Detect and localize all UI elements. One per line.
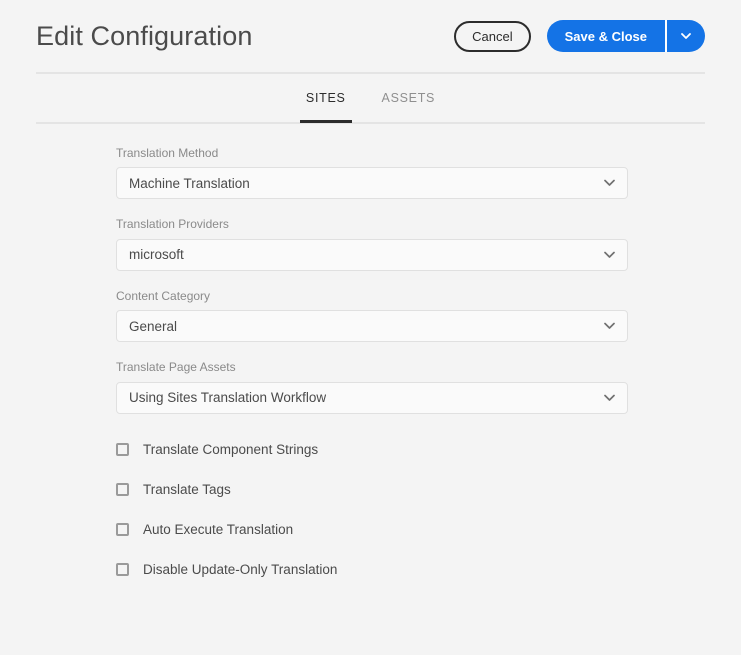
save-options-dropdown-button[interactable] [665, 20, 705, 52]
checkbox-label: Disable Update-Only Translation [143, 561, 338, 577]
page-header: Edit Configuration Cancel Save & Close [0, 0, 741, 72]
field-label: Translate Page Assets [116, 360, 236, 375]
field-label: Translation Providers [116, 217, 229, 232]
translation-method-select[interactable]: Machine Translation [116, 167, 628, 200]
header-actions: Cancel Save & Close [454, 20, 705, 52]
select-value: Using Sites Translation Workflow [129, 390, 327, 406]
select-value: General [129, 318, 178, 334]
checkbox-label: Auto Execute Translation [143, 521, 294, 537]
chevron-down-icon [681, 33, 691, 39]
select-value: microsoft [129, 247, 184, 263]
checkbox-auto-execute-translation[interactable]: Auto Execute Translation [116, 520, 705, 540]
edit-configuration-page: Edit Configuration Cancel Save & Close S… [0, 0, 741, 655]
tab-assets[interactable]: ASSETS [368, 74, 450, 122]
field-label: Content Category [116, 288, 211, 303]
save-button-group: Save & Close [546, 20, 705, 52]
checkbox-box[interactable] [116, 523, 129, 537]
field-translation-method: Translation Method Machine Translation [116, 146, 628, 200]
tab-bar: SITES ASSETS [0, 74, 741, 123]
configuration-form: Translation Method Machine Translation T… [0, 124, 741, 580]
checkbox-box[interactable] [116, 443, 129, 457]
cancel-button[interactable]: Cancel [454, 20, 531, 52]
checkbox-translate-tags[interactable]: Translate Tags [116, 480, 705, 500]
checkbox-box[interactable] [116, 483, 129, 497]
page-title: Edit Configuration [36, 20, 253, 51]
checkbox-label: Translate Component Strings [143, 441, 319, 457]
field-content-category: Content Category General [116, 288, 628, 343]
translate-page-assets-select[interactable]: Using Sites Translation Workflow [116, 381, 628, 414]
tab-sites[interactable]: SITES [292, 74, 360, 123]
checkbox-translate-component-strings[interactable]: Translate Component Strings [116, 440, 705, 460]
checkbox-list: Translate Component Strings Translate Ta… [116, 440, 705, 580]
checkbox-label: Translate Tags [143, 481, 231, 497]
translation-providers-select[interactable]: microsoft [116, 238, 628, 271]
field-label: Translation Method [116, 146, 219, 160]
select-value: Machine Translation [129, 175, 250, 191]
checkbox-disable-update-only-translation[interactable]: Disable Update-Only Translation [116, 560, 705, 580]
checkbox-box[interactable] [116, 563, 129, 577]
content-category-select[interactable]: General [116, 310, 628, 343]
save-and-close-button[interactable]: Save & Close [546, 20, 665, 52]
field-translate-page-assets: Translate Page Assets Using Sites Transl… [116, 360, 628, 414]
field-translation-providers: Translation Providers microsoft [116, 217, 628, 271]
